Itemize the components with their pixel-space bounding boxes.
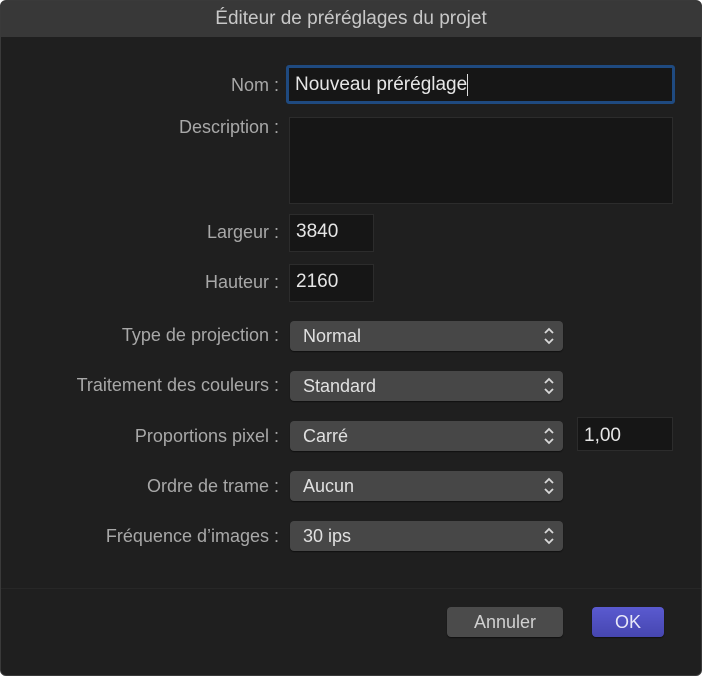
frame-rate-select[interactable]: 30 ips (290, 521, 563, 551)
description-input[interactable] (289, 117, 673, 204)
ok-button[interactable]: OK (592, 607, 664, 637)
updown-chevron-icon (543, 475, 555, 497)
pixel-aspect-label: Proportions pixel : (135, 426, 279, 447)
cancel-button[interactable]: Annuler (447, 607, 563, 637)
pixel-aspect-select[interactable]: Carré (290, 421, 563, 451)
field-order-select[interactable]: Aucun (290, 471, 563, 501)
updown-chevron-icon (543, 425, 555, 447)
updown-chevron-icon (543, 325, 555, 347)
width-input[interactable]: 3840 (289, 214, 374, 252)
dialog-title: Éditeur de préréglages du projet (1, 1, 701, 37)
name-input-value: Nouveau préréglage (295, 74, 467, 95)
preset-editor-dialog: Éditeur de préréglages du projet Nom : N… (0, 0, 702, 676)
color-processing-select[interactable]: Standard (290, 371, 563, 401)
projection-label: Type de projection : (122, 325, 279, 346)
updown-chevron-icon (543, 375, 555, 397)
pixel-aspect-value: Carré (303, 426, 348, 446)
description-label: Description : (179, 117, 279, 138)
width-label: Largeur : (207, 222, 279, 243)
name-label: Nom : (231, 75, 279, 96)
frame-rate-value: 30 ips (303, 526, 351, 546)
name-input[interactable]: Nouveau préréglage (286, 65, 675, 104)
projection-select[interactable]: Normal (290, 321, 563, 351)
pixel-ratio-input[interactable]: 1,00 (577, 417, 673, 451)
height-input[interactable]: 2160 (289, 264, 374, 302)
projection-value: Normal (303, 326, 361, 346)
field-order-label: Ordre de trame : (147, 476, 279, 497)
text-cursor (467, 74, 468, 96)
updown-chevron-icon (543, 525, 555, 547)
color-value: Standard (303, 376, 376, 396)
frame-rate-label: Fréquence d’images : (106, 526, 279, 547)
height-label: Hauteur : (205, 272, 279, 293)
color-label: Traitement des couleurs : (77, 375, 279, 396)
field-order-value: Aucun (303, 476, 354, 496)
divider (1, 588, 701, 589)
